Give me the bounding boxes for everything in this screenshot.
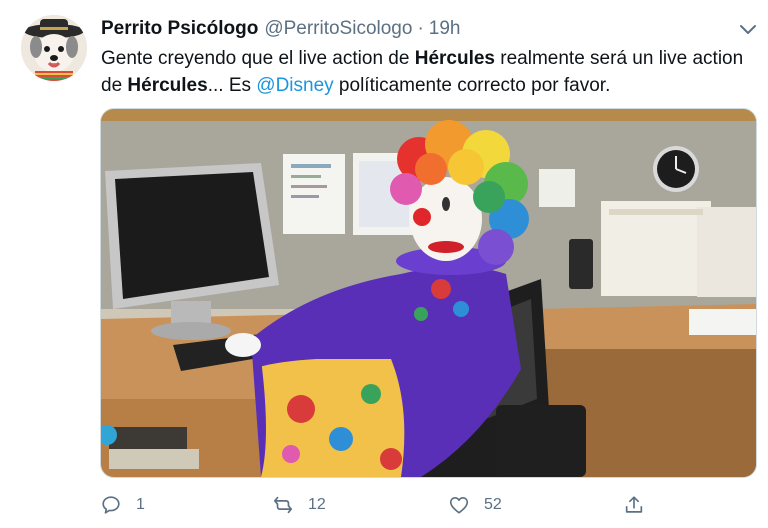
avatar[interactable]	[21, 15, 87, 81]
reply-button[interactable]: 1	[100, 492, 145, 518]
share-button[interactable]	[623, 492, 645, 518]
retweet-icon	[273, 496, 293, 514]
retweet-count: 12	[308, 496, 326, 513]
tweet-actions: 1 12 52	[100, 492, 660, 518]
retweet-button[interactable]: 12	[272, 492, 326, 518]
tweet-media[interactable]	[100, 108, 757, 478]
dog-avatar-icon	[21, 15, 87, 81]
display-name[interactable]: Perrito Psicólogo	[101, 18, 258, 40]
reply-icon	[102, 496, 120, 514]
share-icon	[625, 496, 643, 513]
reply-count: 1	[136, 496, 145, 513]
tweet-text: Gente creyendo que el live action de Hér…	[101, 45, 751, 99]
like-button[interactable]: 52	[448, 492, 502, 518]
chevron-down-icon[interactable]	[736, 17, 760, 41]
separator-dot: ·	[417, 18, 424, 39]
text-bold: Hércules	[414, 48, 495, 69]
handle[interactable]: @PerritoSicologo	[264, 18, 412, 40]
text-part: políticamente correcto por favor.	[333, 75, 611, 96]
timestamp[interactable]: 19h	[429, 18, 461, 40]
tweet: Perrito Psicólogo @PerritoSicologo · 19h…	[0, 0, 768, 528]
text-part: ... Es	[207, 75, 257, 96]
heart-icon	[449, 497, 469, 514]
like-count: 52	[484, 496, 502, 513]
mention-link[interactable]: @Disney	[256, 75, 333, 96]
tweet-header: Perrito Psicólogo @PerritoSicologo · 19h	[101, 18, 460, 44]
text-part: Gente creyendo que el live action de	[101, 48, 415, 69]
text-bold: Hércules	[127, 75, 208, 96]
clown-at-computer-photo	[101, 109, 756, 477]
